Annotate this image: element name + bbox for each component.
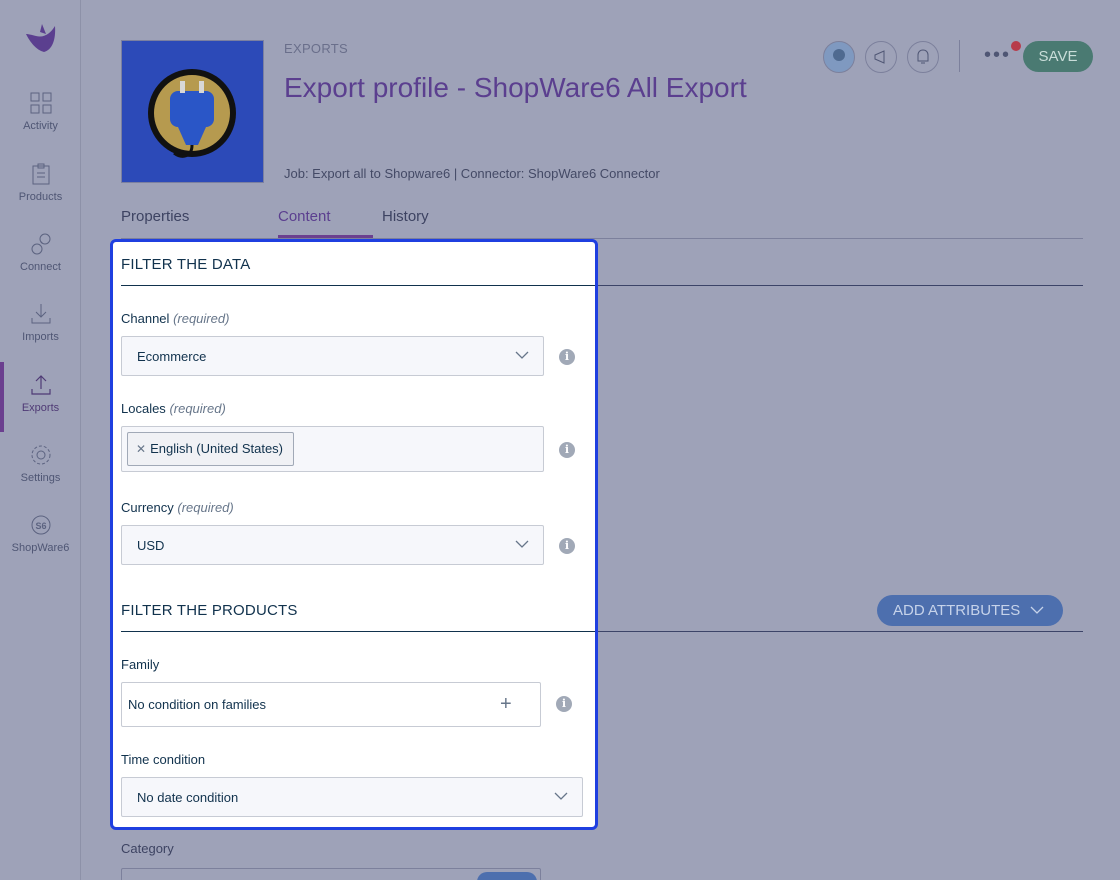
- add-icon[interactable]: +: [500, 694, 512, 714]
- bell-icon: [917, 49, 929, 64]
- dashboard-icon: [30, 92, 51, 114]
- avatar-icon: [833, 49, 845, 61]
- currency-value: USD: [137, 538, 165, 553]
- sidebar-item-label: Activity: [23, 120, 58, 132]
- export-icon: [30, 375, 51, 395]
- import-icon: [31, 304, 50, 324]
- sidebar-item-label: Products: [18, 191, 63, 203]
- tab-content[interactable]: Content: [278, 208, 331, 225]
- section-divider: [121, 285, 595, 286]
- sidebar-item-shopware6[interactable]: S6 ShopWare6: [0, 514, 81, 584]
- family-value: No condition on families: [128, 697, 267, 712]
- channel-label: Channel (required): [121, 311, 230, 326]
- announcements-button[interactable]: [865, 41, 897, 73]
- add-attributes-button[interactable]: ADD ATTRIBUTES: [877, 595, 1063, 626]
- tab-properties[interactable]: Properties: [121, 208, 189, 225]
- time-condition-value: No date condition: [137, 790, 239, 805]
- category-label: Category: [121, 841, 174, 856]
- currency-select[interactable]: USD: [121, 525, 544, 565]
- clipboard-icon: [32, 163, 49, 185]
- chevron-down-icon: [515, 540, 529, 548]
- svg-text:S6: S6: [35, 521, 46, 531]
- category-edit-button[interactable]: [477, 872, 537, 880]
- remove-chip-icon[interactable]: ✕: [136, 442, 146, 456]
- family-label: Family: [121, 657, 160, 672]
- sidebar-item-connect[interactable]: Connect: [0, 233, 81, 303]
- locales-multiselect[interactable]: ✕ English (United States): [121, 426, 544, 472]
- export-profile-image: [121, 40, 264, 183]
- chevron-down-icon: [515, 351, 529, 359]
- info-icon[interactable]: i: [559, 538, 575, 554]
- filter-data-title: FILTER THE DATA: [121, 256, 251, 273]
- breadcrumb[interactable]: EXPORTS: [284, 41, 348, 56]
- channel-select[interactable]: Ecommerce: [121, 336, 544, 376]
- filter-panel: FILTER THE DATA Channel (required) Ecomm…: [110, 239, 598, 830]
- notifications-button[interactable]: [907, 41, 939, 73]
- time-condition-select[interactable]: No date condition: [121, 777, 583, 817]
- info-icon[interactable]: i: [559, 349, 575, 365]
- time-condition-label: Time condition: [121, 752, 206, 767]
- filter-products-title: FILTER THE PRODUCTS: [121, 602, 298, 619]
- page-title: Export profile - ShopWare6 All Export: [284, 72, 747, 103]
- megaphone-icon: [874, 50, 885, 64]
- job-meta-text: Job: Export all to Shopware6 | Connector…: [284, 166, 660, 181]
- info-icon[interactable]: i: [559, 442, 575, 458]
- sidebar-item-exports[interactable]: Exports: [0, 362, 81, 432]
- family-condition-field[interactable]: No condition on families +: [121, 682, 541, 727]
- tab-history[interactable]: History: [382, 208, 429, 225]
- currency-label: Currency (required): [121, 500, 234, 515]
- page: Activity Products Connect Imports Export…: [0, 0, 1120, 880]
- sidebar-item-label: Exports: [21, 402, 60, 414]
- tab-bar: Properties Content History: [121, 206, 1083, 239]
- add-attributes-label: ADD ATTRIBUTES: [893, 602, 1021, 619]
- section-divider: [121, 631, 595, 632]
- sidebar-item-activity[interactable]: Activity: [0, 92, 81, 162]
- active-tab-indicator: [278, 235, 373, 238]
- save-button[interactable]: SAVE: [1023, 41, 1093, 72]
- gear-icon: [31, 445, 50, 465]
- user-avatar-button[interactable]: [823, 41, 855, 73]
- more-options-button[interactable]: •••: [984, 44, 1011, 67]
- sidebar-item-label: Settings: [20, 472, 61, 484]
- sidebar-item-label: Imports: [22, 331, 59, 343]
- notification-badge: [1011, 41, 1021, 51]
- info-icon[interactable]: i: [556, 696, 572, 712]
- channel-value: Ecommerce: [137, 349, 207, 364]
- link-icon: [31, 233, 50, 255]
- sidebar-item-settings[interactable]: Settings: [0, 444, 81, 514]
- sidebar: Activity Products Connect Imports Export…: [0, 0, 81, 880]
- locales-label: Locales (required): [121, 401, 226, 416]
- chevron-down-icon: [1030, 606, 1044, 614]
- locale-chip[interactable]: ✕ English (United States): [127, 432, 295, 466]
- sidebar-item-products[interactable]: Products: [0, 163, 81, 233]
- akeneo-logo-icon[interactable]: [22, 20, 58, 56]
- sidebar-item-label: Connect: [20, 261, 61, 273]
- header-separator: [959, 40, 960, 72]
- chevron-down-icon: [554, 792, 568, 800]
- shopware6-icon: S6: [31, 515, 50, 535]
- plug-icon: [148, 69, 236, 158]
- sidebar-item-label: ShopWare6: [11, 542, 70, 554]
